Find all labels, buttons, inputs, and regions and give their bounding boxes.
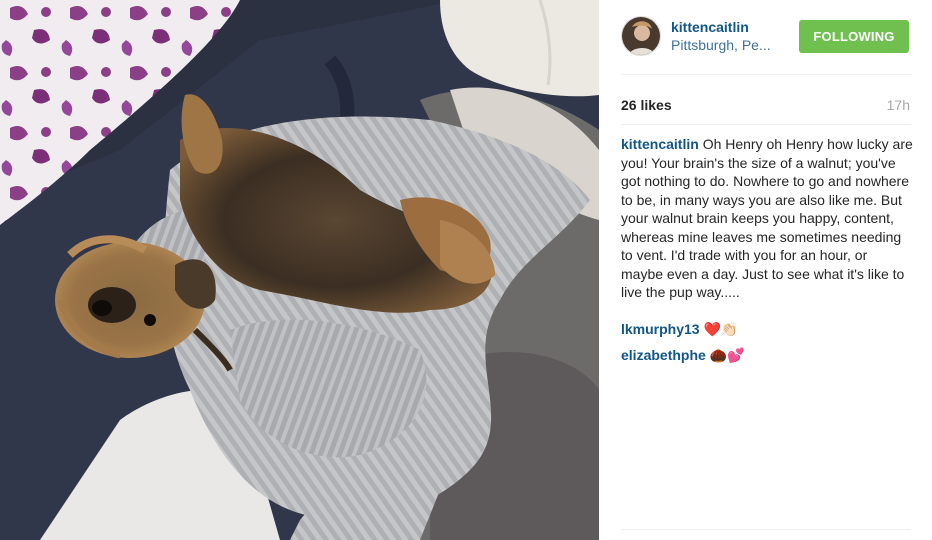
following-button[interactable]: FOLLOWING [799,20,909,53]
comment-item: lkmurphy13 ❤️👏🏻 [621,320,738,339]
comment-username[interactable]: elizabethphe [621,347,706,363]
post-timestamp[interactable]: 17h [887,97,910,113]
post-caption: kittencaitlin Oh Henry oh Henry how luck… [621,135,913,302]
likes-count[interactable]: 26 likes [621,97,672,113]
header-divider [621,74,911,75]
post-details-panel: kittencaitlin Pittsburgh, Pe... FOLLOWIN… [599,0,932,540]
stats-divider [621,124,911,125]
dog-photo-illustration [0,0,599,540]
comment-text: ❤️👏🏻 [703,322,739,338]
avatar[interactable] [621,16,661,56]
comment-item: elizabethphe 🌰💕 [621,346,745,365]
post-photo[interactable] [0,0,599,540]
post-header: kittencaitlin Pittsburgh, Pe... FOLLOWIN… [621,16,911,56]
caption-text: Oh Henry oh Henry how lucky are you! You… [621,136,913,300]
caption-username[interactable]: kittencaitlin [621,136,699,152]
post-location[interactable]: Pittsburgh, Pe... [671,37,771,53]
comment-text: 🌰💕 [709,348,745,364]
comment-username[interactable]: lkmurphy13 [621,321,700,337]
comments-divider [621,529,911,530]
post-author-username[interactable]: kittencaitlin [671,19,749,35]
